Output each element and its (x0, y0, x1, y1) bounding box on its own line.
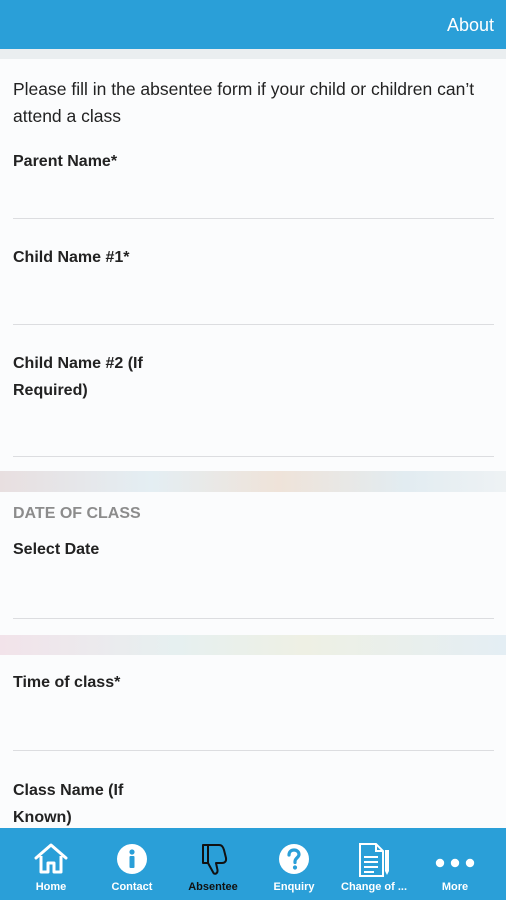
nav-label-home: Home (35, 881, 67, 893)
background-strip (0, 635, 506, 655)
time-of-class-label: Time of class* (13, 674, 121, 691)
top-bar: About (0, 0, 506, 49)
nav-label-change-of: Change of ... (341, 881, 407, 893)
form-card-date: DATE OF CLASS Select Date (0, 492, 506, 635)
nav-item-home[interactable]: Home (11, 828, 91, 900)
child-name-2-field[interactable]: Child Name #2 (If Required) (13, 325, 494, 457)
form-card-class: Time of class* Class Name (If Known) (0, 655, 506, 828)
nav-item-more[interactable]: More (415, 828, 495, 900)
child-name-1-label: Child Name #1* (13, 249, 130, 266)
child-name-1-field[interactable]: Child Name #1* (13, 219, 494, 325)
background-strip (0, 49, 506, 59)
parent-name-label: Parent Name* (13, 153, 118, 170)
nav-item-enquiry[interactable]: Enquiry (254, 828, 334, 900)
select-date-field[interactable]: Select Date (13, 528, 494, 619)
time-of-class-field[interactable]: Time of class* (13, 655, 494, 751)
document-edit-icon (356, 842, 392, 883)
child-name-2-label: Child Name #2 (If Required) (13, 355, 143, 399)
background-strip (0, 471, 506, 492)
more-icon (435, 855, 475, 873)
about-button[interactable]: About (447, 15, 494, 36)
form-card-names: Please fill in the absentee form if your… (0, 59, 506, 471)
info-icon (116, 843, 148, 880)
nav-label-contact: Contact (111, 881, 153, 893)
question-icon (278, 843, 310, 880)
nav-item-contact[interactable]: Contact (92, 828, 172, 900)
form-scroll-area[interactable]: Please fill in the absentee form if your… (0, 49, 506, 828)
select-date-label: Select Date (13, 541, 100, 558)
date-section-title: DATE OF CLASS (13, 505, 141, 522)
thumbs-down-icon (197, 842, 229, 881)
nav-label-absentee: Absentee (188, 881, 238, 893)
nav-label-more: More (441, 881, 469, 893)
nav-item-change-of[interactable]: Change of ... (334, 828, 414, 900)
class-name-field[interactable]: Class Name (If Known) (13, 751, 494, 828)
nav-item-absentee[interactable]: Absentee (173, 828, 253, 900)
parent-name-field[interactable]: Parent Name* (13, 140, 494, 219)
class-name-label: Class Name (If Known) (13, 782, 124, 826)
home-icon (33, 842, 69, 879)
form-intro-text: Please fill in the absentee form if your… (13, 79, 475, 126)
nav-label-enquiry: Enquiry (273, 881, 315, 893)
bottom-nav-bar: Home Contact Absentee Enquiry Change of … (0, 828, 506, 900)
